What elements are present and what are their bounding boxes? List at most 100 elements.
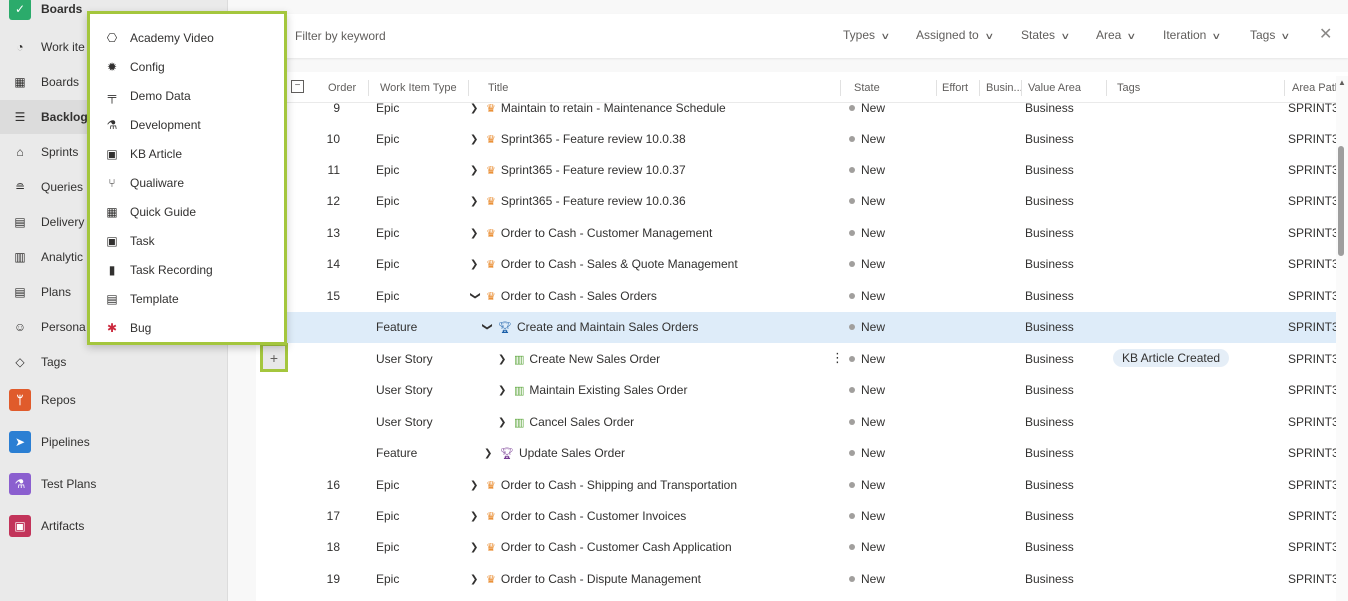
- row-title[interactable]: Sprint365 - Feature review 10.0.36: [501, 194, 686, 208]
- nav-tags[interactable]: ◇ Tags: [0, 345, 227, 379]
- tag-pill[interactable]: KB Article Created: [1113, 349, 1230, 367]
- table-row[interactable]: 12 Epic ❯ ♛ Sprint365 - Feature review 10.…: [256, 186, 1348, 217]
- chevron-right-icon[interactable]: ❯: [470, 259, 480, 270]
- filter-types-dropdown[interactable]: Types ∨: [843, 28, 890, 42]
- menu-item-quick-guide[interactable]: ▦ Quick Guide: [90, 197, 284, 226]
- row-title-cell[interactable]: ❯ ♛ Order to Cash - Customer Invoices: [470, 509, 686, 523]
- chevron-right-icon[interactable]: ❯: [498, 354, 508, 365]
- menu-item-demo-data[interactable]: ╤ Demo Data: [90, 81, 284, 110]
- add-child-button[interactable]: +: [260, 343, 288, 372]
- chevron-right-icon[interactable]: ❯: [498, 385, 508, 396]
- row-title-cell[interactable]: ❯ ▥ Maintain Existing Sales Order: [498, 383, 687, 397]
- chevron-right-icon[interactable]: ❯: [470, 574, 480, 585]
- chevron-down-icon[interactable]: ❯: [482, 322, 493, 332]
- column-header-order[interactable]: Order: [328, 82, 356, 94]
- chevron-right-icon[interactable]: ❯: [470, 165, 480, 176]
- filter-states-dropdown[interactable]: States ∨: [1021, 28, 1070, 42]
- table-row[interactable]: 17 Epic ❯ ♛ Order to Cash - Customer Invoi…: [256, 501, 1348, 532]
- row-title[interactable]: Create and Maintain Sales Orders: [517, 320, 698, 334]
- menu-item-development[interactable]: ⚗ Development: [90, 110, 284, 139]
- row-title[interactable]: Sprint365 - Feature review 10.0.38: [501, 132, 686, 146]
- chevron-right-icon[interactable]: ❯: [470, 480, 480, 491]
- table-row[interactable]: User Story ❯ ▥ Cancel Sales Order New Busi…: [256, 407, 1348, 438]
- chevron-right-icon[interactable]: ❯: [498, 417, 508, 428]
- row-title[interactable]: Order to Cash - Customer Invoices: [501, 509, 686, 523]
- chevron-right-icon[interactable]: ❯: [470, 228, 480, 239]
- column-header-area-path[interactable]: Area Path: [1292, 82, 1341, 94]
- table-row[interactable]: 11 Epic ❯ ♛ Sprint365 - Feature review 10.…: [256, 155, 1348, 186]
- menu-item-kb-article[interactable]: ▣ KB Article: [90, 139, 284, 168]
- row-title[interactable]: Maintain Existing Sales Order: [529, 383, 687, 397]
- menu-item-config[interactable]: ✹ Config: [90, 52, 284, 81]
- menu-item-qualiware[interactable]: ⑂ Qualiware: [90, 168, 284, 197]
- row-title-cell[interactable]: ❯ ♛ Order to Cash - Sales & Quote Manageme…: [470, 257, 738, 271]
- table-row[interactable]: 14 Epic ❯ ♛ Order to Cash - Sales & Quote …: [256, 249, 1348, 280]
- filter-assigned-to-dropdown[interactable]: Assigned to ∨: [916, 28, 994, 42]
- menu-item-template[interactable]: ▤ Template: [90, 284, 284, 313]
- column-header-tags[interactable]: Tags: [1117, 82, 1140, 94]
- table-row[interactable]: User Story ❯ ▥ Create New Sales Order ⋮ Ne…: [256, 344, 1348, 375]
- table-row-selected[interactable]: Feature ❯ 🏆︎ Create and Maintain Sales Ord…: [256, 312, 1348, 343]
- chevron-right-icon[interactable]: ❯: [484, 448, 494, 459]
- row-title-cell[interactable]: ❯ ♛ Order to Cash - Customer Cash Applicat…: [470, 540, 732, 554]
- row-title-cell[interactable]: ❯ ▥ Cancel Sales Order: [498, 415, 634, 429]
- chevron-right-icon[interactable]: ❯: [470, 196, 480, 207]
- table-row[interactable]: 10 Epic ❯ ♛ Sprint365 - Feature review 10.…: [256, 124, 1348, 155]
- close-icon[interactable]: ✕: [1319, 24, 1332, 44]
- row-title[interactable]: Maintain to retain - Maintenance Schedul…: [501, 101, 726, 115]
- row-title-cell[interactable]: ❯ ♛ Order to Cash - Shipping and Transport…: [470, 478, 737, 492]
- row-title[interactable]: Cancel Sales Order: [529, 415, 634, 429]
- row-title-cell[interactable]: ❯ ♛ Order to Cash - Dispute Management: [470, 572, 701, 586]
- menu-item-task-recording[interactable]: ▮ Task Recording: [90, 255, 284, 284]
- column-header-effort[interactable]: Effort: [942, 82, 968, 94]
- nav-artifacts[interactable]: ▣ Artifacts: [0, 509, 227, 543]
- table-row[interactable]: Feature ❯ 🏆︎ Update Sales Order New Busine…: [256, 438, 1348, 469]
- chevron-right-icon[interactable]: ❯: [470, 134, 480, 145]
- column-header-state[interactable]: State: [854, 82, 880, 94]
- filter-tags-dropdown[interactable]: Tags ∨: [1250, 28, 1291, 42]
- filter-iteration-dropdown[interactable]: Iteration ∨: [1163, 28, 1222, 42]
- table-row[interactable]: 18 Epic ❯ ♛ Order to Cash - Customer Cash …: [256, 532, 1348, 563]
- more-actions-icon[interactable]: ⋮: [831, 350, 844, 366]
- row-title[interactable]: Create New Sales Order: [529, 352, 660, 366]
- column-header-title[interactable]: Title: [488, 82, 508, 94]
- menu-item-bug[interactable]: ✱ Bug: [90, 313, 284, 342]
- column-header-business-value[interactable]: Busin...: [986, 82, 1023, 94]
- chevron-right-icon[interactable]: ❯: [470, 103, 480, 114]
- row-title-cell[interactable]: ❯ ♛ Maintain to retain - Maintenance Sched…: [470, 101, 726, 115]
- row-title-cell[interactable]: ❯ 🏆︎ Create and Maintain Sales Orders: [482, 320, 699, 334]
- vertical-scrollbar[interactable]: ▲: [1336, 76, 1348, 601]
- chevron-down-icon[interactable]: ❯: [470, 291, 481, 301]
- row-title[interactable]: Sprint365 - Feature review 10.0.37: [501, 163, 686, 177]
- row-title-cell[interactable]: ❯ ♛ Sprint365 - Feature review 10.0.38: [470, 132, 686, 146]
- row-title[interactable]: Order to Cash - Dispute Management: [501, 572, 701, 586]
- table-row[interactable]: 13 Epic ❯ ♛ Order to Cash - Customer Manag…: [256, 218, 1348, 249]
- table-row[interactable]: 19 Epic ❯ ♛ Order to Cash - Dispute Manage…: [256, 564, 1348, 595]
- filter-area-dropdown[interactable]: Area ∨: [1096, 28, 1137, 42]
- menu-item-academy-video[interactable]: ⎔ Academy Video: [90, 23, 284, 52]
- row-title[interactable]: Update Sales Order: [519, 446, 625, 460]
- row-title-cell[interactable]: ❯ 🏆︎ Update Sales Order: [484, 446, 625, 460]
- scrollbar-thumb[interactable]: [1338, 146, 1344, 256]
- nav-repos[interactable]: ᛘ Repos: [0, 383, 227, 417]
- row-title-cell[interactable]: ❯ ♛ Order to Cash - Customer Management: [470, 226, 712, 240]
- table-row[interactable]: 15 Epic ❯ ♛ Order to Cash - Sales Orders N…: [256, 281, 1348, 312]
- nav-test-plans[interactable]: ⚗ Test Plans: [0, 467, 227, 501]
- collapse-all-icon[interactable]: −: [291, 80, 304, 93]
- row-title[interactable]: Order to Cash - Sales Orders: [501, 289, 657, 303]
- row-title[interactable]: Order to Cash - Customer Cash Applicatio…: [501, 540, 732, 554]
- table-row[interactable]: User Story ❯ ▥ Maintain Existing Sales Ord…: [256, 375, 1348, 406]
- scroll-up-arrow-icon[interactable]: ▲: [1338, 78, 1346, 87]
- row-title-cell[interactable]: ❯ ♛ Sprint365 - Feature review 10.0.36: [470, 194, 686, 208]
- menu-item-task[interactable]: ▣ Task: [90, 226, 284, 255]
- row-title[interactable]: Order to Cash - Sales & Quote Management: [501, 257, 738, 271]
- table-row[interactable]: 16 Epic ❯ ♛ Order to Cash - Shipping and T…: [256, 470, 1348, 501]
- row-title-cell[interactable]: ❯ ▥ Create New Sales Order: [498, 352, 660, 366]
- nav-pipelines[interactable]: ➤ Pipelines: [0, 425, 227, 459]
- chevron-right-icon[interactable]: ❯: [470, 511, 480, 522]
- row-title[interactable]: Order to Cash - Customer Management: [501, 226, 712, 240]
- column-header-value-area[interactable]: Value Area: [1028, 82, 1081, 94]
- chevron-right-icon[interactable]: ❯: [470, 542, 480, 553]
- filter-keyword-input[interactable]: [293, 28, 597, 44]
- row-title-cell[interactable]: ❯ ♛ Sprint365 - Feature review 10.0.37: [470, 163, 686, 177]
